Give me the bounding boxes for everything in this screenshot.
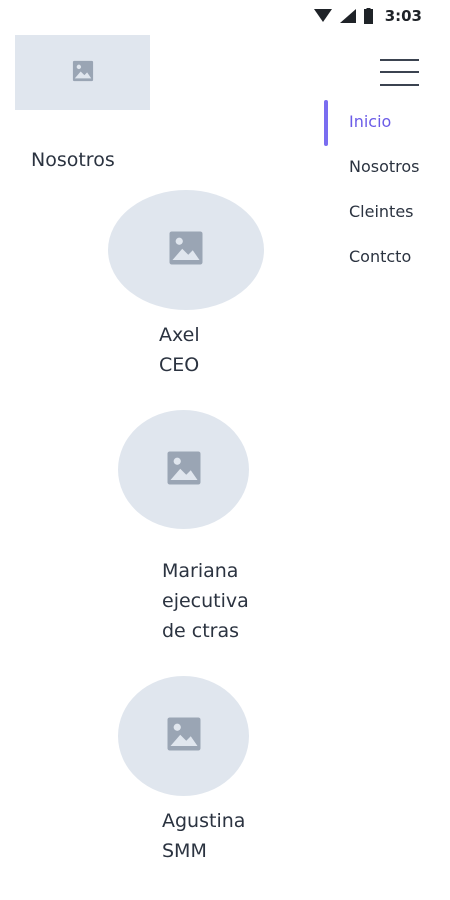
section-title: Nosotros <box>31 149 115 171</box>
image-placeholder-icon <box>166 450 202 490</box>
logo-placeholder[interactable] <box>15 35 150 110</box>
member-role: SMM <box>162 840 207 862</box>
member-role: CEO <box>159 354 200 376</box>
team-member-card: Axel CEO <box>159 320 200 380</box>
wifi-icon <box>313 9 332 23</box>
image-placeholder-icon <box>168 230 204 270</box>
signal-icon <box>339 9 356 23</box>
member-name: Axel <box>159 324 200 346</box>
battery-icon <box>363 8 373 24</box>
member-name: Agustina <box>162 810 246 832</box>
nav-item-inicio[interactable]: Inicio <box>349 112 391 131</box>
image-placeholder-icon <box>72 60 94 86</box>
avatar <box>108 190 264 310</box>
team-member-card: Mariana ejecutiva de ctras <box>162 556 249 646</box>
status-bar: 3:03 <box>290 0 450 32</box>
nav-item-clientes[interactable]: Cleintes <box>349 202 414 221</box>
nav-item-nosotros[interactable]: Nosotros <box>349 157 420 176</box>
avatar <box>118 676 249 796</box>
nav-active-indicator <box>324 100 328 146</box>
member-role-line2: de ctras <box>162 620 240 642</box>
image-placeholder-icon <box>166 716 202 756</box>
hamburger-menu-icon[interactable] <box>380 57 420 87</box>
status-time: 3:03 <box>384 7 422 25</box>
avatar <box>118 410 249 529</box>
member-role: ejecutiva <box>162 590 249 612</box>
member-name: Mariana <box>162 560 239 582</box>
nav-item-contacto[interactable]: Contcto <box>349 247 411 266</box>
team-member-card: Agustina SMM <box>162 806 245 866</box>
